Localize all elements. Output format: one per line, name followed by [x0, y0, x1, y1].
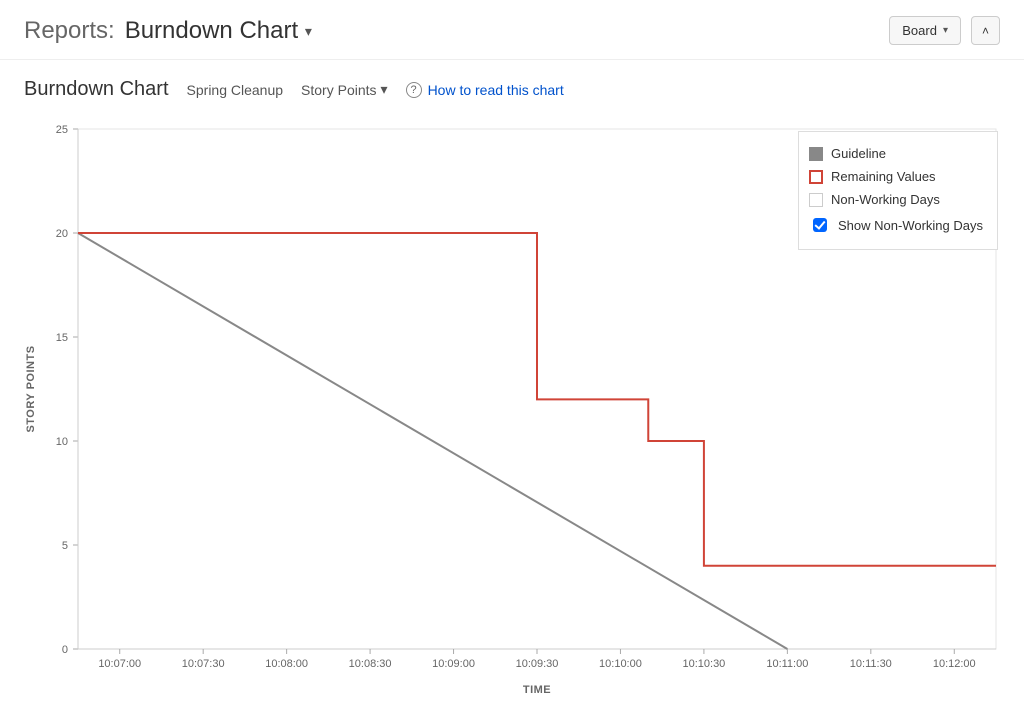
burndown-chart: 0 5 10 15 20 25 10:07:00 10:07:30 10:08:00 10:08:… [18, 119, 1006, 699]
svg-text:10:08:30: 10:08:30 [349, 658, 392, 670]
legend-swatch-guideline [809, 147, 823, 161]
svg-text:10:11:00: 10:11:00 [766, 658, 808, 670]
collapse-button[interactable]: ˄ [971, 16, 1000, 45]
legend-swatch-nonworking [809, 193, 823, 207]
page-title: Burndown Chart [24, 78, 169, 101]
svg-text:25: 25 [56, 124, 68, 136]
legend-swatch-remaining [809, 170, 823, 184]
top-actions: Board ▾ ˄ [889, 16, 1000, 45]
svg-text:15: 15 [56, 332, 68, 344]
breadcrumb-label: Reports: [24, 17, 115, 45]
report-selector[interactable]: Burndown Chart ▾ [125, 17, 312, 45]
board-dropdown-label: Board [902, 23, 937, 38]
svg-text:10:09:30: 10:09:30 [516, 658, 559, 670]
help-link[interactable]: How to read this chart [428, 82, 564, 98]
chevron-down-icon: ▾ [381, 81, 388, 98]
svg-text:10:10:00: 10:10:00 [599, 658, 642, 670]
svg-text:TIME: TIME [523, 684, 551, 696]
report-title-text: Burndown Chart [125, 17, 298, 44]
svg-text:10:09:00: 10:09:00 [432, 658, 475, 670]
metric-selector[interactable]: Story Points ▾ [301, 81, 388, 98]
chevron-down-icon: ▾ [305, 23, 312, 39]
svg-text:STORY POINTS: STORY POINTS [25, 345, 37, 432]
svg-text:10:11:30: 10:11:30 [850, 658, 892, 670]
chevron-up-double-icon: ˄ [982, 25, 989, 37]
svg-text:10:07:30: 10:07:30 [182, 658, 225, 670]
svg-text:10: 10 [56, 436, 68, 448]
chevron-down-icon: ▾ [943, 25, 948, 36]
show-nonworking-label: Show Non-Working Days [838, 218, 983, 233]
breadcrumb: Reports: Burndown Chart ▾ [24, 17, 312, 45]
board-dropdown[interactable]: Board ▾ [889, 16, 961, 45]
legend-label-remaining: Remaining Values [831, 169, 936, 184]
legend-label-guideline: Guideline [831, 146, 886, 161]
svg-text:10:08:00: 10:08:00 [265, 658, 308, 670]
help-icon: ? [406, 82, 422, 98]
svg-text:0: 0 [62, 644, 68, 656]
svg-text:5: 5 [62, 540, 68, 552]
svg-text:10:10:30: 10:10:30 [682, 658, 725, 670]
svg-text:10:12:00: 10:12:00 [933, 658, 976, 670]
svg-text:20: 20 [56, 228, 68, 240]
svg-text:10:07:00: 10:07:00 [98, 658, 141, 670]
chart-legend: Guideline Remaining Values Non-Working D… [798, 131, 998, 250]
sprint-name: Spring Cleanup [187, 82, 284, 98]
show-nonworking-checkbox[interactable] [813, 218, 827, 232]
metric-selector-label: Story Points [301, 82, 376, 98]
legend-label-nonworking: Non-Working Days [831, 192, 940, 207]
